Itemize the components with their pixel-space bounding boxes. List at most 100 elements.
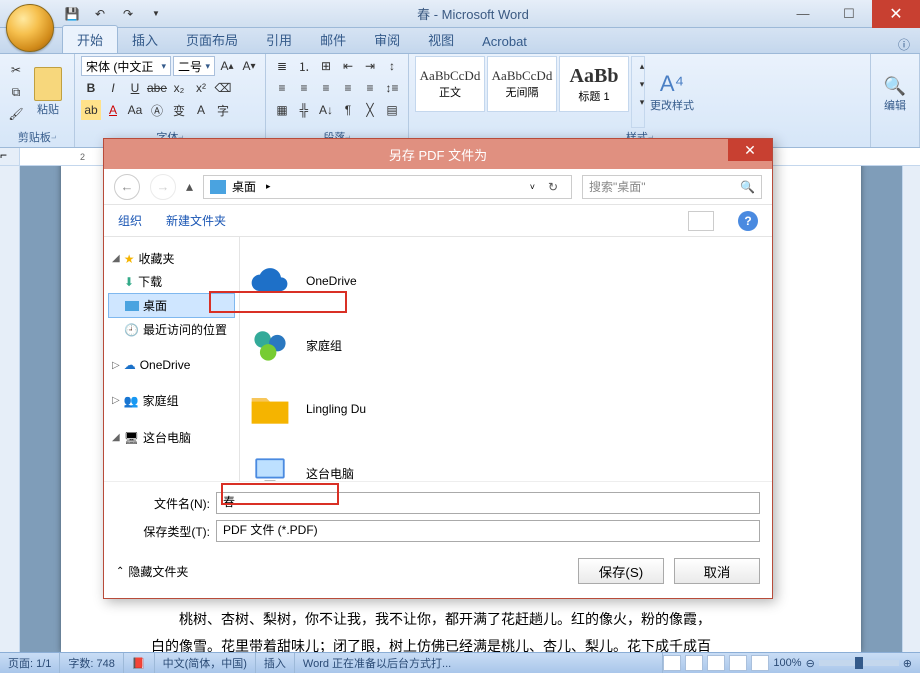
style-normal[interactable]: AaBbCcDd 正文 — [415, 56, 485, 112]
view-outline-icon[interactable] — [729, 655, 747, 671]
clipboard-group-label[interactable]: 剪贴板 — [6, 128, 68, 147]
change-case-button[interactable]: Aa — [125, 100, 145, 120]
new-folder-button[interactable]: 新建文件夹 — [166, 212, 226, 229]
status-insert-mode[interactable]: 插入 — [256, 653, 295, 673]
minimize-button[interactable]: — — [780, 0, 826, 28]
shrink-font-icon[interactable]: A▾ — [239, 56, 259, 76]
view-print-layout-icon[interactable] — [663, 655, 681, 671]
status-language[interactable]: 中文(简体，中国) — [155, 653, 256, 673]
save-button[interactable]: 保存(S) — [578, 558, 664, 584]
status-page[interactable]: 页面: 1/1 — [0, 653, 60, 673]
help-button[interactable]: ? — [738, 211, 758, 231]
bold-button[interactable]: B — [81, 78, 101, 98]
font-name-combo[interactable]: 宋体 (中文正▾ — [81, 56, 171, 76]
content-item-homegroup[interactable]: 家庭组 — [248, 313, 764, 377]
address-bar[interactable]: 桌面 ▸ ˅ ↻ — [203, 175, 572, 199]
help-icon[interactable]: ⓘ — [898, 36, 910, 53]
tree-thispc[interactable]: ◢🖥这台电脑 — [108, 426, 235, 449]
asian-layout-button[interactable]: ╳ — [360, 100, 380, 120]
dialog-close-button[interactable]: ✕ — [728, 139, 772, 161]
highlight-color-button[interactable]: ab — [81, 100, 101, 120]
superscript-button[interactable]: x² — [191, 78, 211, 98]
savetype-combo[interactable]: PDF 文件 (*.PDF) — [216, 520, 760, 542]
borders-button[interactable]: ╬ — [294, 100, 314, 120]
show-marks-button[interactable]: ¶ — [338, 100, 358, 120]
undo-icon[interactable]: ↶ — [90, 4, 110, 24]
paste-button[interactable]: 粘贴 — [28, 56, 68, 128]
zoom-slider[interactable] — [819, 660, 899, 666]
distributed-button[interactable]: ≡ — [360, 78, 380, 98]
addr-dropdown-icon[interactable]: ˅ — [530, 182, 535, 192]
tree-desktop[interactable]: 桌面 — [108, 293, 235, 318]
status-words[interactable]: 字数: 748 — [60, 653, 123, 673]
tab-layout[interactable]: 页面布局 — [172, 26, 252, 53]
multilevel-list-button[interactable]: ⊞ — [316, 56, 336, 76]
char-shading-button[interactable]: 字 — [213, 100, 233, 120]
search-input[interactable]: 搜索"桌面" 🔍 — [582, 175, 762, 199]
redo-icon[interactable]: ↷ — [118, 4, 138, 24]
editing-button[interactable]: 🔍 编辑 — [877, 56, 913, 132]
strikethrough-button[interactable]: abe — [147, 78, 167, 98]
content-item-thispc[interactable]: 这台电脑 — [248, 441, 764, 481]
subscript-button[interactable]: x₂ — [169, 78, 189, 98]
nav-back-button[interactable]: ← — [114, 174, 140, 200]
qat-dropdown-icon[interactable]: ▼ — [146, 4, 166, 24]
folder-content[interactable]: OneDrive 家庭组 Lingling Du 这台电脑 — [240, 237, 772, 481]
refresh-icon[interactable]: ↻ — [541, 180, 565, 194]
content-item-onedrive[interactable]: OneDrive — [248, 249, 764, 313]
zoom-level[interactable]: 100% — [773, 657, 801, 669]
view-options-button[interactable] — [688, 211, 714, 231]
snap-grid-button[interactable]: ▤ — [382, 100, 402, 120]
vertical-scrollbar[interactable] — [902, 166, 920, 652]
tab-references[interactable]: 引用 — [252, 26, 306, 53]
tree-onedrive[interactable]: ▷☁OneDrive — [108, 355, 235, 375]
tab-home[interactable]: 开始 — [62, 25, 118, 53]
nav-up-icon[interactable]: ▴ — [186, 178, 193, 195]
view-draft-icon[interactable] — [751, 655, 769, 671]
font-size-combo[interactable]: 二号▾ — [173, 56, 215, 76]
zoom-out-button[interactable]: ⊖ — [806, 657, 815, 670]
maximize-button[interactable]: ☐ — [826, 0, 872, 28]
tree-favorites[interactable]: ◢★收藏夹 — [108, 247, 235, 270]
tab-insert[interactable]: 插入 — [118, 26, 172, 53]
filename-input[interactable]: 春 — [216, 492, 760, 514]
align-center-button[interactable]: ≡ — [294, 78, 314, 98]
hide-folders-button[interactable]: ⌃隐藏文件夹 — [116, 563, 188, 580]
tab-view[interactable]: 视图 — [414, 26, 468, 53]
clear-format-icon[interactable]: ⌫ — [213, 78, 233, 98]
tree-downloads[interactable]: ⬇下载 — [108, 270, 235, 293]
phonetic-guide-button[interactable]: 变 — [169, 100, 189, 120]
organize-button[interactable]: 组织 — [118, 212, 142, 229]
italic-button[interactable]: I — [103, 78, 123, 98]
copy-icon[interactable]: ⧉ — [6, 82, 26, 102]
view-fullscreen-icon[interactable] — [685, 655, 703, 671]
tab-selector[interactable]: ⌐ — [0, 148, 20, 165]
tab-review[interactable]: 审阅 — [360, 26, 414, 53]
zoom-in-button[interactable]: ⊕ — [903, 657, 912, 670]
content-item-user[interactable]: Lingling Du — [248, 377, 764, 441]
vertical-ruler[interactable] — [0, 166, 20, 652]
char-border-button[interactable]: Ⓐ — [147, 100, 167, 120]
office-button[interactable] — [6, 4, 54, 52]
tree-recent[interactable]: 🕘最近访问的位置 — [108, 318, 235, 341]
line-spacing-button[interactable]: ↕≡ — [382, 78, 402, 98]
shading-button[interactable]: ▦ — [272, 100, 292, 120]
style-heading1[interactable]: AaBb 标题 1 — [559, 56, 629, 112]
view-web-icon[interactable] — [707, 655, 725, 671]
tab-mailings[interactable]: 邮件 — [306, 26, 360, 53]
bullets-button[interactable]: ≣ — [272, 56, 292, 76]
save-icon[interactable]: 💾 — [62, 4, 82, 24]
cut-icon[interactable]: ✂ — [6, 60, 26, 80]
font-color-button[interactable]: A — [103, 100, 123, 120]
increase-indent-button[interactable]: ⇥ — [360, 56, 380, 76]
enclosed-char-button[interactable]: A — [191, 100, 211, 120]
decrease-indent-button[interactable]: ⇤ — [338, 56, 358, 76]
text-direction-button[interactable]: ↕ — [382, 56, 402, 76]
dialog-titlebar[interactable]: 另存 PDF 文件为 ✕ — [104, 139, 772, 169]
align-left-button[interactable]: ≡ — [272, 78, 292, 98]
underline-button[interactable]: U — [125, 78, 145, 98]
style-no-spacing[interactable]: AaBbCcDd 无间隔 — [487, 56, 557, 112]
tab-acrobat[interactable]: Acrobat — [468, 30, 541, 53]
status-proofing-icon[interactable]: 📕 — [124, 653, 155, 673]
cancel-button[interactable]: 取消 — [674, 558, 760, 584]
